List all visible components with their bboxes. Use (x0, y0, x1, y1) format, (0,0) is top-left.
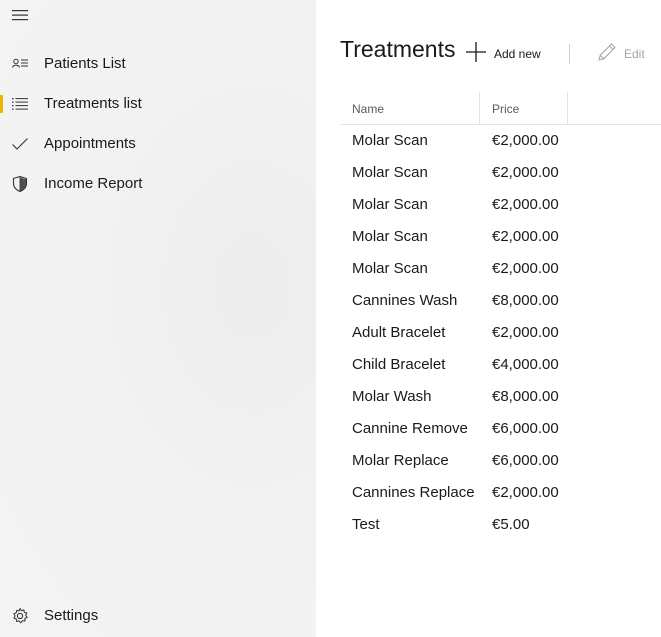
selection-indicator (0, 607, 3, 625)
treatment-price-cell: €2,000.00 (492, 484, 559, 501)
column-resize-handle[interactable] (479, 92, 480, 124)
bulleted-list-icon (11, 95, 29, 113)
edit-button[interactable]: Edit (596, 42, 645, 66)
selection-indicator (0, 135, 3, 153)
selection-indicator (0, 95, 3, 113)
treatment-name-cell: Adult Bracelet (352, 324, 446, 341)
treatment-price-cell: €2,000.00 (492, 228, 559, 245)
treatment-price-cell: €2,000.00 (492, 132, 559, 149)
treatments-table: Molar Scan €2,000.00 Molar Scan €2,000.00 Mo… (340, 124, 661, 540)
treatment-price-cell: €2,000.00 (492, 164, 559, 181)
nav-item-label: Treatments list (44, 95, 142, 112)
nav-item-label: Appointments (44, 135, 136, 152)
nav-item-label: Income Report (44, 175, 143, 192)
contact-list-icon (11, 55, 29, 73)
treatment-price-cell: €2,000.00 (492, 260, 559, 277)
treatment-price-cell: €8,000.00 (492, 388, 559, 405)
plus-icon (464, 40, 488, 69)
treatment-name-cell: Child Bracelet (352, 356, 446, 373)
treatment-price-cell: €6,000.00 (492, 452, 559, 469)
table-row[interactable]: Molar Scan €2,000.00 (340, 252, 661, 284)
column-resize-handle[interactable] (567, 92, 568, 124)
treatment-price-cell: €4,000.00 (492, 356, 559, 373)
treatment-name-cell: Cannines Replace (352, 484, 475, 501)
nav-item-treatments-list[interactable]: Treatments list (0, 86, 316, 122)
command-separator (569, 44, 570, 64)
treatment-name-cell: Molar Wash (352, 388, 432, 405)
treatment-name-cell: Molar Scan (352, 164, 428, 181)
table-row[interactable]: Molar Scan €2,000.00 (340, 156, 661, 188)
table-row[interactable]: Child Bracelet €4,000.00 (340, 348, 661, 380)
nav-item-label: Patients List (44, 55, 126, 72)
edit-label: Edit (624, 47, 645, 61)
navigation-pane: Patients List Treatments list Appointmen… (0, 0, 316, 637)
treatment-price-cell: €8,000.00 (492, 292, 559, 309)
table-row[interactable]: Molar Wash €8,000.00 (340, 380, 661, 412)
hamburger-menu-icon[interactable] (12, 8, 28, 22)
table-row[interactable]: Test €5.00 (340, 508, 661, 540)
nav-item-income-report[interactable]: Income Report (0, 166, 316, 202)
nav-item-settings[interactable]: Settings (0, 598, 316, 634)
nav-item-patients-list[interactable]: Patients List (0, 46, 316, 82)
table-row[interactable]: Molar Scan €2,000.00 (340, 188, 661, 220)
shield-icon (11, 175, 29, 193)
table-row[interactable]: Adult Bracelet €2,000.00 (340, 316, 661, 348)
selection-indicator (0, 55, 3, 73)
treatment-name-cell: Molar Replace (352, 452, 449, 469)
add-new-button[interactable]: Add new (464, 40, 541, 69)
add-new-label: Add new (494, 47, 541, 61)
table-header: Name Price (340, 92, 661, 125)
treatment-price-cell: €6,000.00 (492, 420, 559, 437)
table-row[interactable]: Molar Scan €2,000.00 (340, 220, 661, 252)
table-row[interactable]: Cannines Replace €2,000.00 (340, 476, 661, 508)
treatment-name-cell: Test (352, 516, 380, 533)
table-row[interactable]: Cannines Wash €8,000.00 (340, 284, 661, 316)
treatment-price-cell: €2,000.00 (492, 324, 559, 341)
treatment-name-cell: Molar Scan (352, 196, 428, 213)
treatment-name-cell: Cannine Remove (352, 420, 468, 437)
table-row[interactable]: Molar Scan €2,000.00 (340, 124, 661, 156)
treatment-price-cell: €5.00 (492, 516, 530, 533)
content-area: Treatments Add new Edit Name Price Molar… (316, 0, 661, 637)
selection-indicator (0, 175, 3, 193)
treatment-name-cell: Molar Scan (352, 260, 428, 277)
table-row[interactable]: Cannine Remove €6,000.00 (340, 412, 661, 444)
page-title: Treatments (340, 36, 456, 62)
nav-item-appointments[interactable]: Appointments (0, 126, 316, 162)
pencil-icon (596, 41, 618, 68)
checkmark-icon (11, 135, 29, 153)
treatment-price-cell: €2,000.00 (492, 196, 559, 213)
column-header-price[interactable]: Price (492, 102, 519, 116)
nav-item-label: Settings (44, 607, 99, 624)
table-row[interactable]: Molar Replace €6,000.00 (340, 444, 661, 476)
treatment-name-cell: Cannines Wash (352, 292, 458, 309)
column-header-name[interactable]: Name (352, 102, 384, 116)
gear-icon (11, 607, 29, 625)
treatment-name-cell: Molar Scan (352, 132, 428, 149)
treatment-name-cell: Molar Scan (352, 228, 428, 245)
